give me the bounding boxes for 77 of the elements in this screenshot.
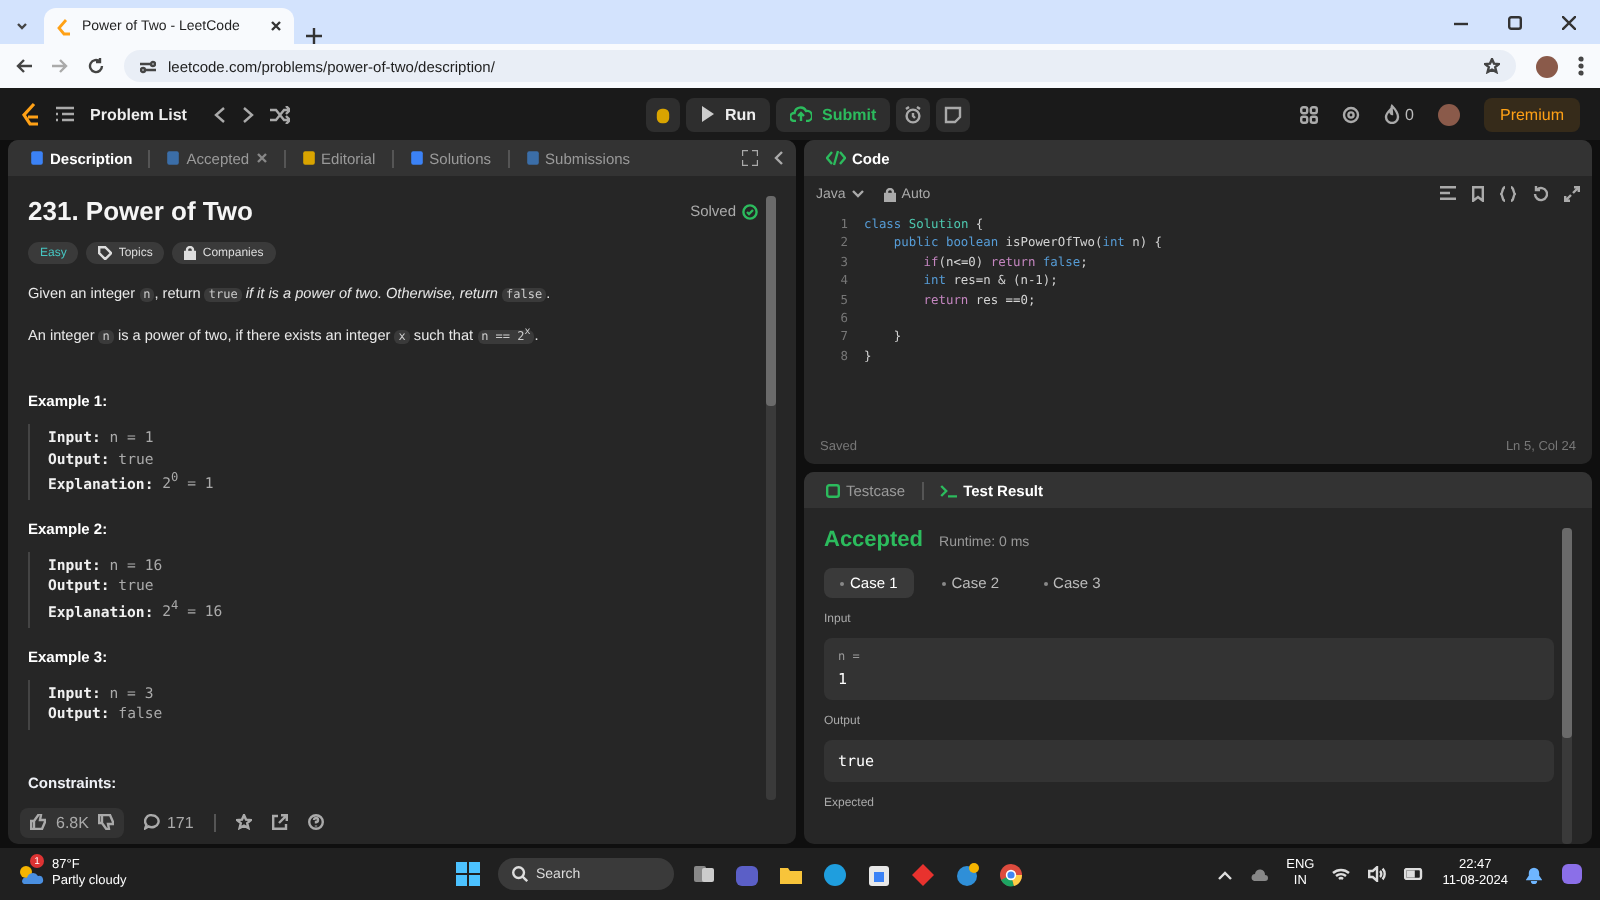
close-icon[interactable] — [1562, 15, 1576, 29]
note-icon — [944, 105, 963, 123]
premium-button[interactable]: Premium — [1483, 97, 1580, 131]
star-icon[interactable] — [235, 814, 252, 830]
globe-app-icon[interactable] — [954, 861, 980, 887]
terminal-icon — [939, 483, 958, 497]
settings-icon[interactable] — [1341, 105, 1360, 123]
wifi-icon[interactable] — [1332, 867, 1351, 881]
code-icon — [826, 150, 846, 166]
tab-icon — [409, 150, 424, 166]
close-icon[interactable] — [270, 20, 282, 32]
problem-title: 231. Power of Two — [28, 196, 253, 226]
lock-icon — [883, 187, 896, 201]
store-app-icon[interactable] — [866, 861, 892, 887]
teams-app-icon[interactable] — [734, 861, 760, 887]
reset-icon[interactable] — [1532, 186, 1548, 202]
run-button[interactable]: Run — [686, 97, 771, 131]
braces-icon[interactable] — [1500, 186, 1516, 202]
list-icon[interactable] — [56, 106, 74, 122]
chevron-down-icon — [851, 190, 864, 198]
notes-button[interactable] — [936, 97, 971, 131]
expand-icon[interactable] — [742, 150, 758, 166]
bookmark-icon[interactable] — [1472, 186, 1484, 202]
help-icon[interactable] — [307, 814, 324, 830]
star-icon[interactable] — [1484, 58, 1500, 74]
previous-icon[interactable] — [214, 105, 227, 123]
speaker-icon[interactable] — [1368, 866, 1387, 882]
debug-button[interactable] — [646, 97, 681, 131]
bell-icon[interactable] — [1526, 865, 1542, 883]
reload-icon[interactable] — [88, 58, 104, 74]
next-icon[interactable] — [242, 105, 255, 123]
comment-icon[interactable] — [144, 814, 161, 830]
scrollbar[interactable] — [766, 196, 776, 800]
collapse-icon[interactable] — [774, 150, 784, 166]
weather-icon — [16, 862, 44, 886]
grid-icon[interactable] — [1299, 105, 1318, 123]
profile-avatar[interactable] — [1536, 55, 1558, 77]
cloud-upload-icon — [790, 106, 813, 122]
alarm-clock-icon — [904, 105, 923, 123]
shuffle-icon[interactable] — [270, 105, 291, 123]
user-avatar[interactable] — [1437, 103, 1460, 125]
scrollbar[interactable] — [1562, 528, 1572, 844]
tab-icon — [30, 150, 44, 166]
cloud-sync-icon[interactable] — [1250, 867, 1269, 881]
fullscreen-icon[interactable] — [1564, 186, 1580, 202]
tab-icon — [166, 150, 181, 166]
check-circle-icon — [742, 203, 758, 219]
back-icon[interactable] — [16, 58, 32, 74]
tab-icon — [301, 150, 316, 166]
battery-icon[interactable] — [1404, 868, 1425, 880]
lock-icon — [184, 246, 197, 260]
diamond-app-icon[interactable] — [910, 861, 936, 887]
play-icon — [700, 106, 715, 122]
thumbs-down-icon[interactable] — [98, 814, 115, 830]
format-icon[interactable] — [1440, 186, 1456, 200]
menu-icon[interactable] — [1578, 56, 1584, 76]
submit-button[interactable]: Submit — [776, 97, 891, 131]
chrome-browser-icon[interactable] — [998, 861, 1024, 887]
flame-icon[interactable] — [1383, 104, 1400, 124]
timer-button[interactable] — [896, 97, 931, 131]
maximize-icon[interactable] — [1508, 15, 1522, 29]
checkbox-icon — [826, 483, 840, 497]
problem-list-link[interactable]: Problem List — [90, 105, 187, 123]
task-view-icon[interactable] — [692, 862, 716, 886]
verdict-text: Accepted — [824, 528, 924, 552]
like-count: 6.8K — [56, 813, 89, 831]
site-info-icon — [140, 59, 156, 73]
search-icon — [512, 866, 528, 882]
tag-icon — [98, 246, 113, 260]
windows-start-icon[interactable] — [456, 862, 480, 886]
streak-count: 0 — [1405, 105, 1414, 123]
tab-icon — [525, 150, 540, 166]
thumbs-up-icon[interactable] — [30, 814, 46, 830]
share-icon[interactable] — [271, 814, 288, 830]
comment-count: 171 — [166, 813, 194, 831]
chevron-up-icon[interactable] — [1218, 869, 1233, 879]
new-tab-icon[interactable] — [306, 28, 322, 44]
